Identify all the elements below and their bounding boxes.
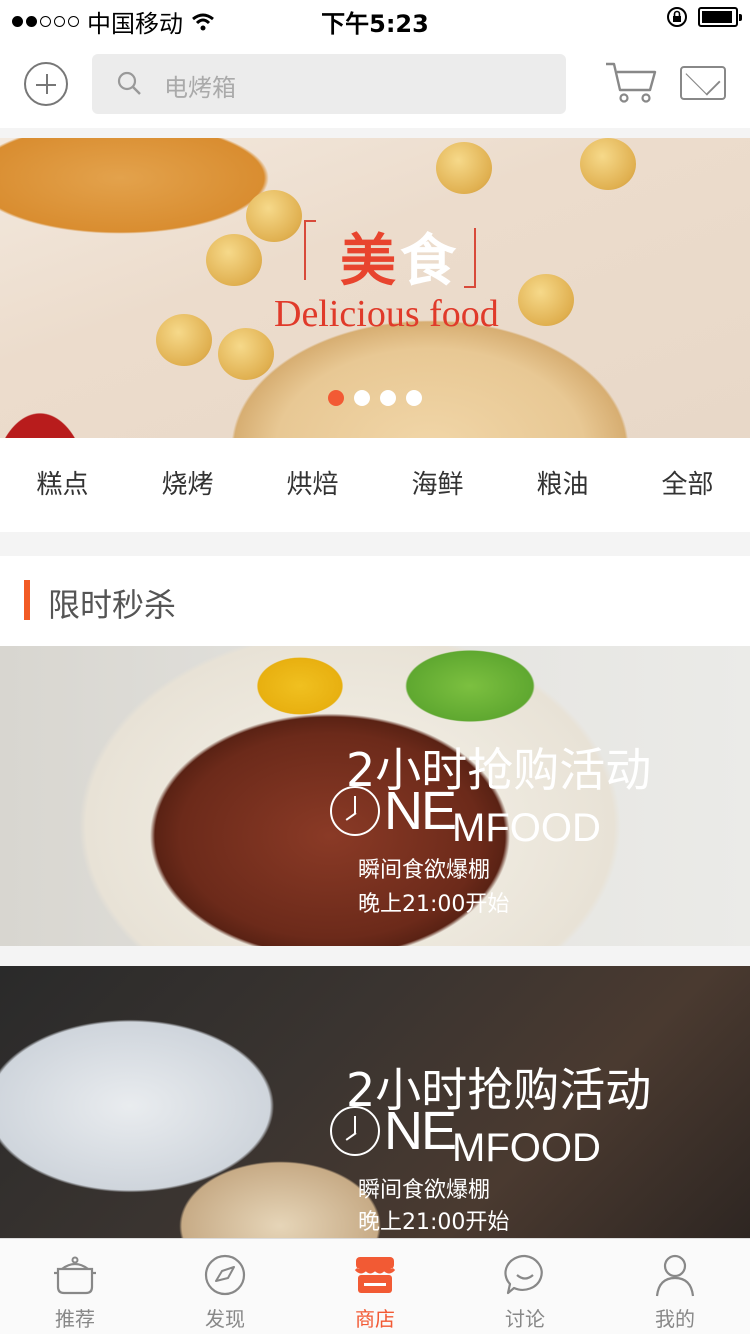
promo-line1: 瞬间食欲爆棚 — [358, 858, 491, 883]
section-accent-bar — [24, 580, 30, 620]
battery-icon — [698, 7, 742, 27]
orientation-lock-icon — [667, 7, 687, 27]
promo-card[interactable]: 2小时抢购活动 NE MFOOD 瞬间食欲爆棚 晚上21:00开始 — [0, 646, 750, 946]
add-icon[interactable] — [24, 62, 68, 106]
category-nav: 糕点 烧烤 烘焙 海鲜 粮油 全部 — [0, 438, 750, 532]
tab-discover[interactable]: 发现 — [150, 1239, 300, 1334]
banner-decoration — [156, 314, 212, 366]
chat-icon — [504, 1254, 543, 1295]
category-item-baking[interactable]: 烘焙 — [250, 438, 375, 532]
user-icon — [655, 1254, 695, 1297]
tab-label: 商店 — [355, 1307, 395, 1331]
promo-line2: 晚上21:00开始 — [358, 892, 510, 917]
banner-title-part2: 食 — [400, 228, 460, 294]
pager-dot[interactable] — [380, 390, 396, 406]
app-screen: 中国移动 下午5:23 电烤箱 美食 Delicious food 糕点 烧烤 … — [0, 0, 750, 1334]
category-item-bbq[interactable]: 烧烤 — [125, 438, 250, 532]
promo-brand-big: NE — [384, 1101, 457, 1161]
clock-icon — [330, 1106, 380, 1156]
tab-label: 讨论 — [505, 1307, 545, 1331]
search-input[interactable]: 电烤箱 — [92, 54, 566, 114]
tab-label: 我的 — [655, 1307, 695, 1331]
category-item-seafood[interactable]: 海鲜 — [375, 438, 500, 532]
hero-banner[interactable]: 美食 Delicious food — [0, 138, 750, 438]
banner-decoration — [436, 142, 492, 194]
banner-decoration — [580, 138, 636, 190]
banner-subtitle: Delicious food — [274, 293, 499, 335]
cart-icon[interactable] — [604, 60, 658, 104]
promo-brand-small: MFOOD — [452, 1126, 601, 1170]
status-time: 下午5:23 — [321, 10, 429, 38]
category-item-pastry[interactable]: 糕点 — [0, 438, 125, 532]
search-placeholder: 电烤箱 — [164, 74, 236, 102]
compass-icon — [204, 1254, 246, 1296]
flash-sale-header: 限时秒杀 — [0, 556, 750, 646]
search-icon — [117, 71, 141, 95]
banner-decoration — [206, 234, 262, 286]
pager-dot[interactable] — [328, 390, 344, 406]
section-title: 限时秒杀 — [48, 586, 177, 624]
banner-title: 美食 — [300, 216, 500, 297]
pager-dot[interactable] — [354, 390, 370, 406]
tab-label: 推荐 — [55, 1307, 95, 1331]
bottom-tab-bar: 推荐 发现 商店 讨论 我的 — [0, 1238, 750, 1334]
clock-icon — [330, 786, 380, 836]
category-item-all[interactable]: 全部 — [625, 438, 750, 532]
tab-mine[interactable]: 我的 — [600, 1239, 750, 1334]
promo-card[interactable]: 2小时抢购活动 NE MFOOD 瞬间食欲爆棚 晚上21:00开始 — [0, 966, 750, 1238]
tab-discussion[interactable]: 讨论 — [450, 1239, 600, 1334]
promo-line1: 瞬间食欲爆棚 — [358, 1178, 491, 1203]
status-bar: 中国移动 下午5:23 — [0, 0, 750, 40]
tab-label: 发现 — [205, 1307, 245, 1331]
tab-store[interactable]: 商店 — [300, 1239, 450, 1334]
banner-decoration — [518, 274, 574, 326]
tab-recommend[interactable]: 推荐 — [0, 1239, 150, 1334]
banner-title-part1: 美 — [340, 228, 400, 294]
store-icon — [354, 1257, 396, 1293]
promo-line2: 晚上21:00开始 — [358, 1210, 510, 1235]
promo-brand-small: MFOOD — [452, 806, 601, 850]
mail-icon[interactable] — [680, 66, 726, 100]
banner-decoration — [218, 328, 274, 380]
status-right — [666, 6, 742, 28]
pager-dot[interactable] — [406, 390, 422, 406]
banner-pager — [328, 390, 422, 406]
promo-brand-big: NE — [384, 781, 457, 841]
top-header: 电烤箱 — [0, 40, 750, 128]
banner-decoration — [246, 190, 302, 242]
category-item-grain-oil[interactable]: 粮油 — [500, 438, 625, 532]
pot-icon — [54, 1256, 96, 1295]
